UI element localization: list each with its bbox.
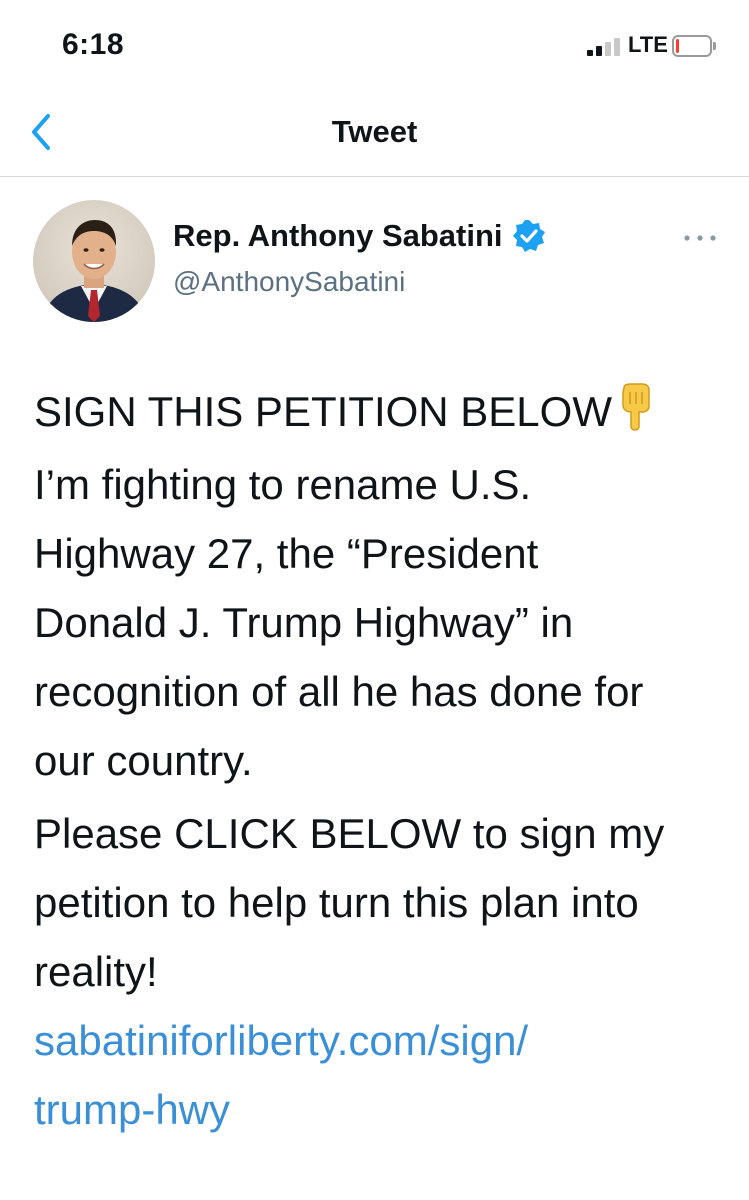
author-name-text: Rep. Anthony Sabatini (173, 218, 503, 253)
avatar[interactable] (33, 200, 155, 322)
tweet-paragraph: I’m fighting to rename U.S. Highway 27, … (34, 450, 734, 795)
more-options-button[interactable] (682, 228, 718, 248)
status-time: 6:18 (62, 28, 125, 61)
tweet-paragraph: Please CLICK BELOW to sign my petition t… (34, 799, 734, 1006)
tweet-line: Donald J. Trump Highway” in (34, 599, 574, 646)
tweet-text: SIGN THIS PETITION BELOW I’m fighting to… (34, 377, 734, 1144)
network-type-label: LTE (628, 32, 668, 57)
tweet-line: SIGN THIS PETITION BELOW (34, 377, 734, 446)
cellular-signal-icon (587, 38, 623, 56)
tweet-line: Highway 27, the “President (34, 530, 539, 577)
status-bar: 6:18 LTE (0, 0, 749, 90)
tweet-line: recognition of all he has done for (34, 668, 644, 715)
tweet-paragraph: SIGN THIS PETITION BELOW (34, 377, 734, 446)
battery-icon (672, 35, 716, 57)
more-horizontal-icon (684, 235, 716, 241)
tweet-line: Please CLICK BELOW to sign my (34, 810, 665, 857)
tweet-line: reality! (34, 948, 158, 995)
tweet-link-line[interactable]: sabatiniforliberty.com/sign/ (34, 1006, 734, 1075)
page-title: Tweet (331, 114, 418, 149)
profile-photo (33, 200, 155, 322)
tweet-line-text: SIGN THIS PETITION BELOW (34, 388, 612, 435)
author-handle[interactable]: @AnthonySabatini (173, 266, 405, 298)
tweet-link-line[interactable]: trump-hwy (34, 1075, 734, 1144)
tweet-line: I’m fighting to rename U.S. (34, 461, 532, 508)
tweet-line: our country. (34, 737, 253, 784)
pointing-down-hand-emoji-icon (622, 383, 650, 431)
verified-badge-icon (512, 220, 545, 252)
navigation-bar: Tweet (0, 90, 749, 177)
tweet-line: petition to help turn this plan into (34, 879, 639, 926)
author-name[interactable]: Rep. Anthony Sabatini (173, 218, 547, 254)
tweet-link[interactable]: sabatiniforliberty.com/sign/ trump-hwy (34, 1006, 734, 1144)
battery-level (676, 39, 679, 53)
